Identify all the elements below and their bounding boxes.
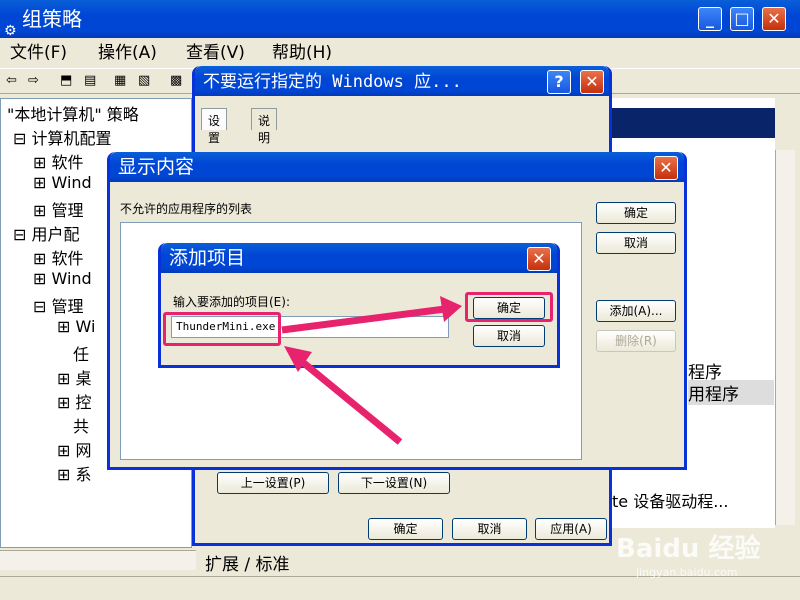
arrow-head-ok <box>440 296 462 322</box>
watermark-brand: Baidu 经验 <box>616 534 761 564</box>
annotation-arrows <box>281 296 462 445</box>
arrow-to-input <box>297 357 403 445</box>
watermark-url: jingyan.baidu.com <box>636 566 738 579</box>
arrow-to-ok <box>281 305 446 334</box>
